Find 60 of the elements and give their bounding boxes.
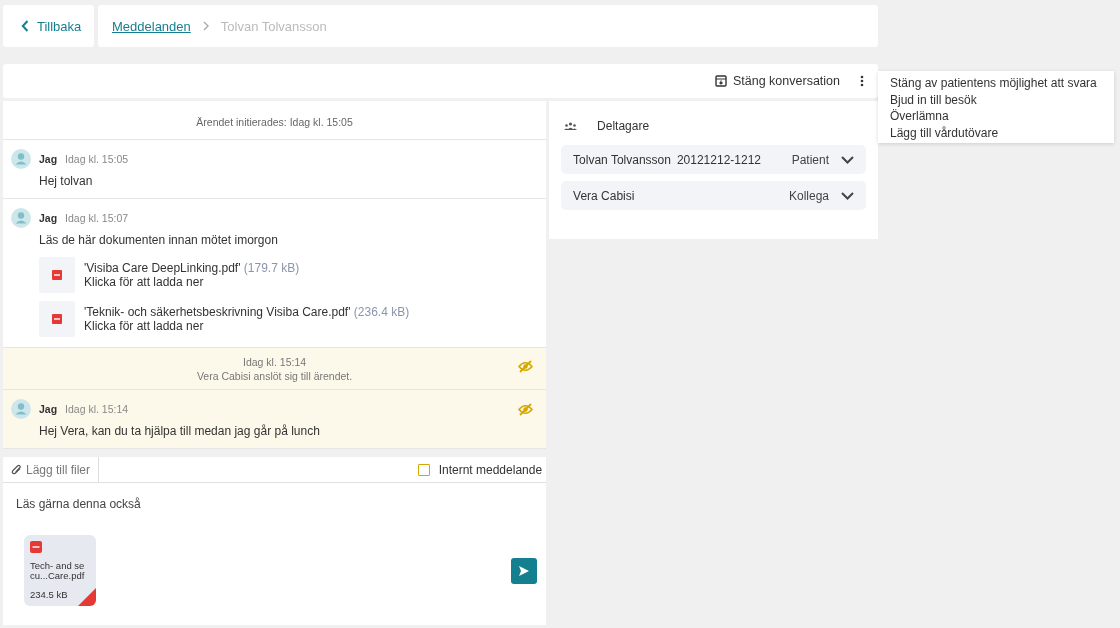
breadcrumb-current: Tolvan Tolvansson bbox=[220, 18, 327, 34]
event-time: Idag kl. 15:14 bbox=[243, 355, 307, 369]
participant-role: Patient bbox=[791, 152, 829, 167]
menu-item[interactable]: Lägg till vårdutövare bbox=[890, 124, 1114, 141]
chevron-down-icon bbox=[841, 191, 854, 200]
menu-item[interactable]: Bjud in till besök bbox=[890, 91, 1114, 108]
avatar-icon bbox=[11, 149, 31, 169]
download-hint: Klicka för att ladda ner bbox=[84, 275, 205, 289]
panel-title: Deltagare bbox=[597, 119, 650, 133]
download-hint: Klicka för att ladda ner bbox=[84, 319, 205, 333]
file-size: 234.5 kB bbox=[30, 589, 68, 600]
participant-row[interactable]: Vera Cabisi Kollega bbox=[561, 181, 866, 210]
sender-name: Jag bbox=[39, 153, 58, 165]
participant-id: 20121212-1212 bbox=[676, 152, 761, 167]
participant-row[interactable]: Tolvan Tolvansson 20121212-1212 Patient bbox=[561, 145, 866, 174]
checkbox-label: Internt meddelande bbox=[438, 462, 543, 477]
send-button[interactable] bbox=[511, 557, 538, 584]
back-button[interactable]: Tillbaka bbox=[3, 5, 94, 47]
message-time: Idag kl. 15:14 bbox=[65, 403, 129, 415]
chevron-down-icon bbox=[841, 155, 854, 164]
send-icon bbox=[518, 564, 531, 577]
avatar-icon bbox=[11, 399, 31, 419]
close-conversation-button[interactable]: Stäng konversation bbox=[715, 74, 840, 88]
folded-corner-icon bbox=[78, 588, 96, 606]
message-composer[interactable]: Lägg till filer Internt meddelande Läs gärna denna också Tech- and secu...Care.pdf 234.5 kB bbox=[3, 457, 547, 625]
pdf-file-icon bbox=[52, 314, 62, 324]
avatar-icon bbox=[11, 208, 31, 228]
message-time: Idag kl. 15:05 bbox=[65, 153, 129, 165]
message-text: Hej Vera, kan du ta hjälpa till medan jag går på lunch bbox=[39, 424, 321, 438]
attachment-link[interactable]: 'Teknik- och säkerhetsbeskrivning Visiba Care.pdf' bbox=[84, 305, 351, 319]
file-size: (179.7 kB) bbox=[243, 261, 300, 275]
attachment-link[interactable]: 'Visiba Care DeepLinking.pdf' bbox=[84, 261, 241, 275]
eye-slash-icon bbox=[518, 402, 534, 416]
breadcrumb-link[interactable]: Meddelanden bbox=[112, 18, 191, 34]
pdf-file-icon bbox=[30, 541, 42, 553]
chevron-left-icon bbox=[21, 20, 29, 32]
kebab-menu-icon bbox=[860, 75, 864, 87]
system-message: Ärendet initierades: Idag kl. 15:05 bbox=[196, 116, 353, 128]
paperclip-icon bbox=[11, 464, 22, 475]
eye-slash-icon bbox=[518, 360, 534, 373]
chevron-right-icon bbox=[202, 21, 209, 31]
file-size: (236.4 kB) bbox=[353, 305, 410, 319]
attached-file-card[interactable]: Tech- and secu...Care.pdf 234.5 kB bbox=[24, 535, 96, 606]
sender-name: Jag bbox=[39, 212, 58, 224]
participant-name: Tolvan Tolvansson bbox=[573, 152, 671, 167]
pdf-file-icon bbox=[52, 270, 62, 280]
add-files-button[interactable]: Lägg till filer bbox=[3, 457, 100, 482]
menu-item[interactable]: Stäng av patientens möjlighet att svara bbox=[890, 75, 1114, 92]
internal-checkbox[interactable] bbox=[417, 463, 430, 476]
message-text: Hej tolvan bbox=[39, 174, 94, 188]
people-icon bbox=[564, 122, 578, 130]
message-text: Läs de här dokumenten innan mötet imorgon bbox=[39, 233, 279, 247]
file-name: Tech- and secu...Care.pdf bbox=[30, 561, 86, 581]
sender-name: Jag bbox=[39, 403, 58, 415]
participant-name: Vera Cabisi bbox=[573, 188, 635, 203]
message-time: Idag kl. 15:07 bbox=[65, 212, 129, 224]
participant-role: Kollega bbox=[788, 188, 829, 203]
event-text: Vera Cabisi anslöt sig till ärendet. bbox=[196, 369, 353, 383]
archive-box-icon bbox=[715, 75, 727, 87]
menu-item[interactable]: Överlämna bbox=[890, 108, 1114, 125]
